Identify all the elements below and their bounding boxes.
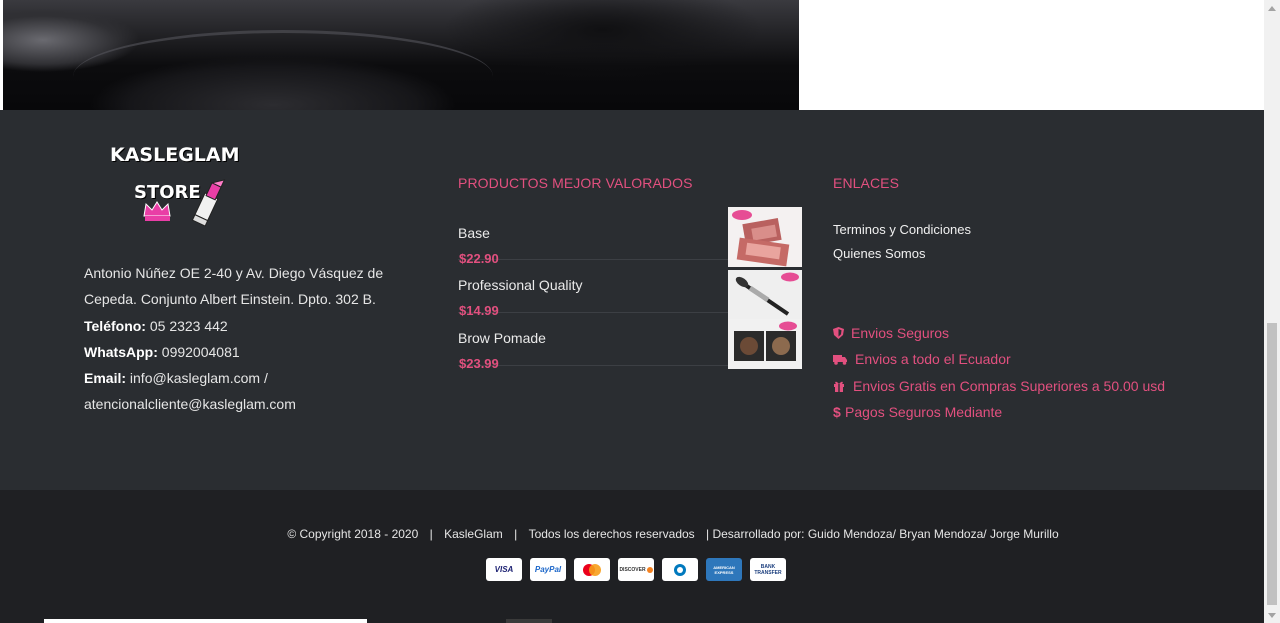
bottom-bar [506,619,552,623]
feature-free-shipping: Envios Gratis en Compras Superiores a 50… [833,373,1165,399]
products-title: PRODUCTOS MEJOR VALORADOS [458,175,693,191]
scrollbar-thumb[interactable] [1267,323,1277,605]
visa-icon: VISA [486,558,522,581]
hero-image [3,0,799,110]
top-rated-products: Base $22.90 Professional Quality $14.99 … [458,207,802,371]
bottom-bar [44,619,367,623]
discover-icon: DISCOVER [618,558,654,581]
hero-section [0,0,1264,110]
separator: | [514,527,518,541]
product-item[interactable]: Brow Pomade $23.99 [458,313,802,371]
paypal-icon: PayPal [530,558,566,581]
address-email: Email: info@kasleglam.com / atencionalcl… [84,370,296,413]
footer-main: KASLEGLAM STORE Antonio Núñez OE 2-40 y … [0,110,1264,490]
product-name[interactable]: Professional Quality [458,277,583,293]
dollar-icon: $ [833,404,841,421]
vertical-scrollbar[interactable] [1264,0,1280,623]
separator: | [429,527,433,541]
feature-nationwide-shipping: Envios a todo el Ecuador [833,346,1165,372]
feature-secure-payments: $ Pagos Seguros Mediante [833,404,1003,421]
product-thumbnail[interactable] [728,319,802,369]
footer-bottom: © Copyright 2018 - 2020 | KasleGlam | To… [0,490,1264,623]
product-name[interactable]: Base [458,225,490,241]
address-phone: Teléfono: 05 2323 442 [84,317,228,334]
rights-text: Todos los derechos reservados [528,527,695,541]
link-terms[interactable]: Terminos y Condiciones [833,223,971,237]
product-price: $23.99 [459,356,499,371]
lipstick-icon [143,179,226,227]
scroll-down-arrow-icon[interactable] [1264,607,1280,623]
product-thumbnail[interactable] [728,207,802,267]
developer-credits: | Desarrollado por: Guido Mendoza/ Bryan… [706,527,1059,541]
shield-icon [833,327,851,340]
product-item[interactable]: Base $22.90 [458,207,802,267]
address-street: Antonio Núñez OE 2-40 y Av. Diego Vásque… [84,265,384,308]
gift-icon [833,380,853,392]
product-item[interactable]: Professional Quality $14.99 [458,260,802,320]
diners-icon [662,558,698,581]
store-address: Antonio Núñez OE 2-40 y Av. Diego Vásque… [84,260,414,418]
bank-transfer-icon: BANK TRANSFER [750,558,786,581]
amex-icon: AMERICAN EXPRESS [706,558,742,581]
brand-link[interactable]: KasleGlam [444,527,503,541]
payment-methods: VISA PayPal DISCOVER AMERICAN EXPRESS BA… [486,558,786,581]
product-name[interactable]: Brow Pomade [458,330,546,346]
scroll-up-arrow-icon[interactable] [1264,0,1280,16]
feature-secure-shipping: Envios Seguros [833,320,1165,346]
copyright-text: © Copyright 2018 - 2020 [287,527,419,541]
copyright-line: © Copyright 2018 - 2020 | KasleGlam | To… [0,527,1264,541]
mastercard-icon [574,558,610,581]
link-about[interactable]: Quienes Somos [833,247,971,261]
store-features: Envios Seguros Envios a todo el Ecuador … [833,320,1165,425]
site-logo[interactable]: KASLEGLAM STORE [108,144,240,244]
address-whatsapp: WhatsApp: 0992004081 [84,343,240,360]
links-title: ENLACES [833,175,900,191]
truck-icon [833,354,855,365]
footer-links: Terminos y Condiciones Quienes Somos [833,223,971,271]
